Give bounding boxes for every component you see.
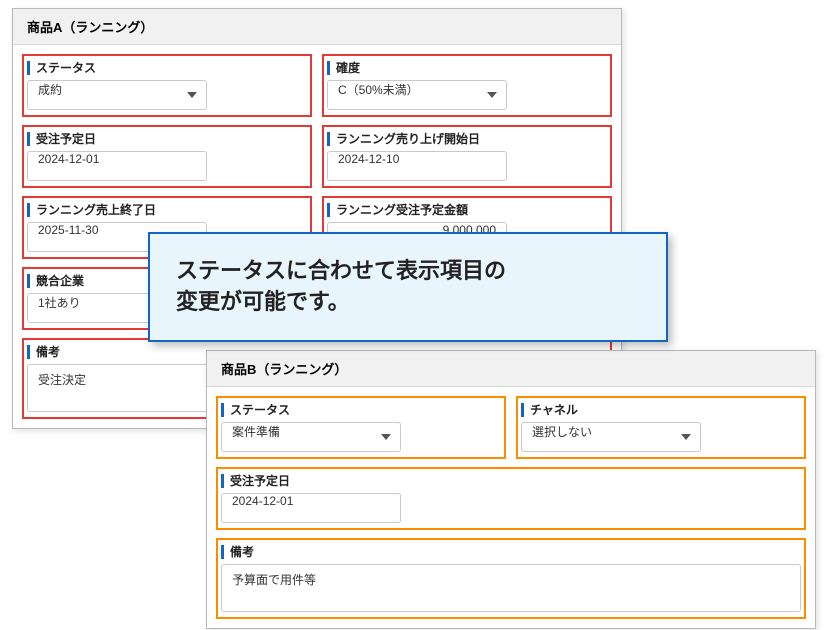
select-status-b[interactable]: 案件準備 [221, 422, 401, 452]
textarea-note-b[interactable]: 予算面で用件等 [221, 564, 801, 612]
panel-product-b: 商品B（ランニング） ステータス 案件準備 チャネル 選択しない 受注予定日 [206, 350, 816, 629]
label-status-b: ステータス [230, 401, 290, 418]
label-note-b: 備考 [230, 543, 254, 560]
callout-line1: ステータスに合わせて表示項目の [176, 256, 640, 287]
field-order-date-a: 受注予定日 2024-12-01 [23, 126, 311, 187]
panel-title-a: 商品A（ランニング） [27, 20, 153, 35]
label-confidence: 確度 [336, 59, 360, 76]
field-order-date-b: 受注予定日 2024-12-01 [217, 468, 805, 529]
panel-title-b: 商品B（ランニング） [221, 362, 347, 377]
label-status-a: ステータス [36, 59, 96, 76]
label-amount: ランニング受注予定金額 [336, 201, 468, 218]
select-channel[interactable]: 選択しない [521, 422, 701, 452]
field-channel: チャネル 選択しない [517, 397, 805, 458]
callout-box: ステータスに合わせて表示項目の 変更が可能です。 [148, 232, 668, 342]
input-order-date-a[interactable]: 2024-12-01 [27, 151, 207, 181]
field-run-start: ランニング売り上げ開始日 2024-12-10 [323, 126, 611, 187]
panel-body-b: ステータス 案件準備 チャネル 選択しない 受注予定日 2024-12-01 [207, 387, 815, 628]
label-run-start: ランニング売り上げ開始日 [336, 130, 480, 147]
field-confidence: 確度 C（50%未満） [323, 55, 611, 116]
panel-header-b: 商品B（ランニング） [207, 351, 815, 387]
callout-line2: 変更が可能です。 [176, 287, 640, 318]
field-status-b: ステータス 案件準備 [217, 397, 505, 458]
label-run-end: ランニング売上終了日 [36, 201, 156, 218]
select-confidence[interactable]: C（50%未満） [327, 80, 507, 110]
input-run-start[interactable]: 2024-12-10 [327, 151, 507, 181]
field-note-b: 備考 予算面で用件等 [217, 539, 805, 618]
select-status-a[interactable]: 成約 [27, 80, 207, 110]
field-status-a: ステータス 成約 [23, 55, 311, 116]
label-note-a: 備考 [36, 343, 60, 360]
input-order-date-b[interactable]: 2024-12-01 [221, 493, 401, 523]
panel-header-a: 商品A（ランニング） [13, 9, 621, 45]
label-order-date-b: 受注予定日 [230, 472, 290, 489]
label-order-date-a: 受注予定日 [36, 130, 96, 147]
label-competitor: 競合企業 [36, 272, 84, 289]
label-channel: チャネル [530, 401, 578, 418]
